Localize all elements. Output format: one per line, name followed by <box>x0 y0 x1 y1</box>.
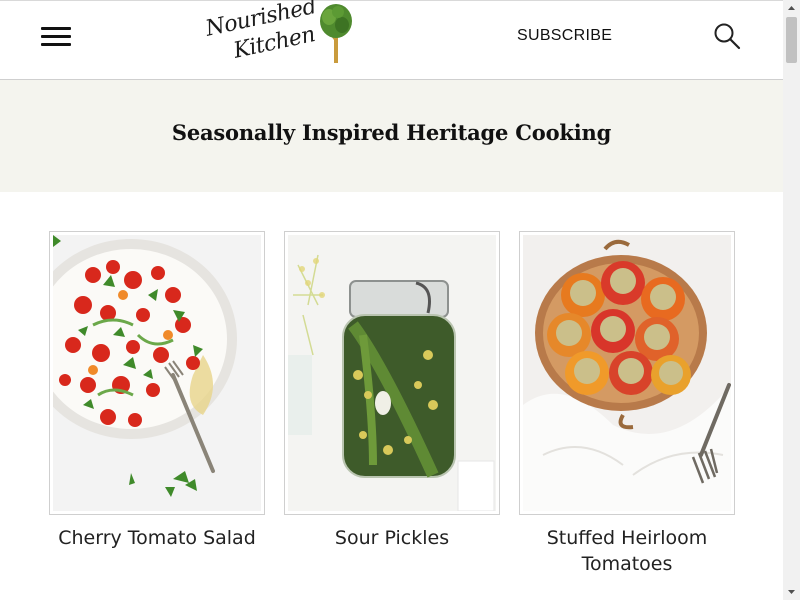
recipe-title[interactable]: Sour Pickles <box>284 525 500 551</box>
scroll-down-arrow-icon[interactable] <box>783 583 800 600</box>
vertical-scrollbar[interactable] <box>783 0 800 600</box>
menu-bar <box>41 43 71 46</box>
sour-pickles-photo[interactable] <box>288 235 496 511</box>
search-icon[interactable] <box>712 21 742 51</box>
scrollbar-thumb[interactable] <box>786 17 797 63</box>
recipe-image-frame <box>284 231 500 515</box>
recipe-image-frame <box>49 231 265 515</box>
stuffed-heirloom-tomatoes-photo[interactable] <box>523 235 731 511</box>
site-tagline: Seasonally Inspired Heritage Cooking <box>171 120 612 145</box>
recipe-card-stuffed-heirloom-tomatoes[interactable]: Stuffed Heirloom Tomatoes <box>519 231 735 577</box>
cherry-tomato-salad-photo[interactable] <box>53 235 261 511</box>
site-header: Nourished Kitchen SUBSCRIBE <box>0 0 783 80</box>
tagline-banner: Seasonally Inspired Heritage Cooking <box>0 80 783 192</box>
recipe-title[interactable]: Cherry Tomato Salad <box>49 525 265 551</box>
recipe-card-sour-pickles[interactable]: Sour Pickles <box>284 231 500 551</box>
menu-bar <box>41 27 71 30</box>
menu-bar <box>41 35 71 38</box>
subscribe-link[interactable]: SUBSCRIBE <box>517 27 612 45</box>
recipe-image-frame <box>519 231 735 515</box>
recipe-card-cherry-tomato-salad[interactable]: Cherry Tomato Salad <box>49 231 265 551</box>
site-logo[interactable]: Nourished Kitchen <box>203 0 356 75</box>
tree-icon <box>320 4 352 63</box>
recipe-title[interactable]: Stuffed Heirloom Tomatoes <box>519 525 735 577</box>
page-viewport: Nourished Kitchen SUBSCRIBE Seasonally I… <box>0 0 783 600</box>
hamburger-menu-icon[interactable] <box>38 23 74 51</box>
scroll-up-arrow-icon[interactable] <box>783 0 800 17</box>
